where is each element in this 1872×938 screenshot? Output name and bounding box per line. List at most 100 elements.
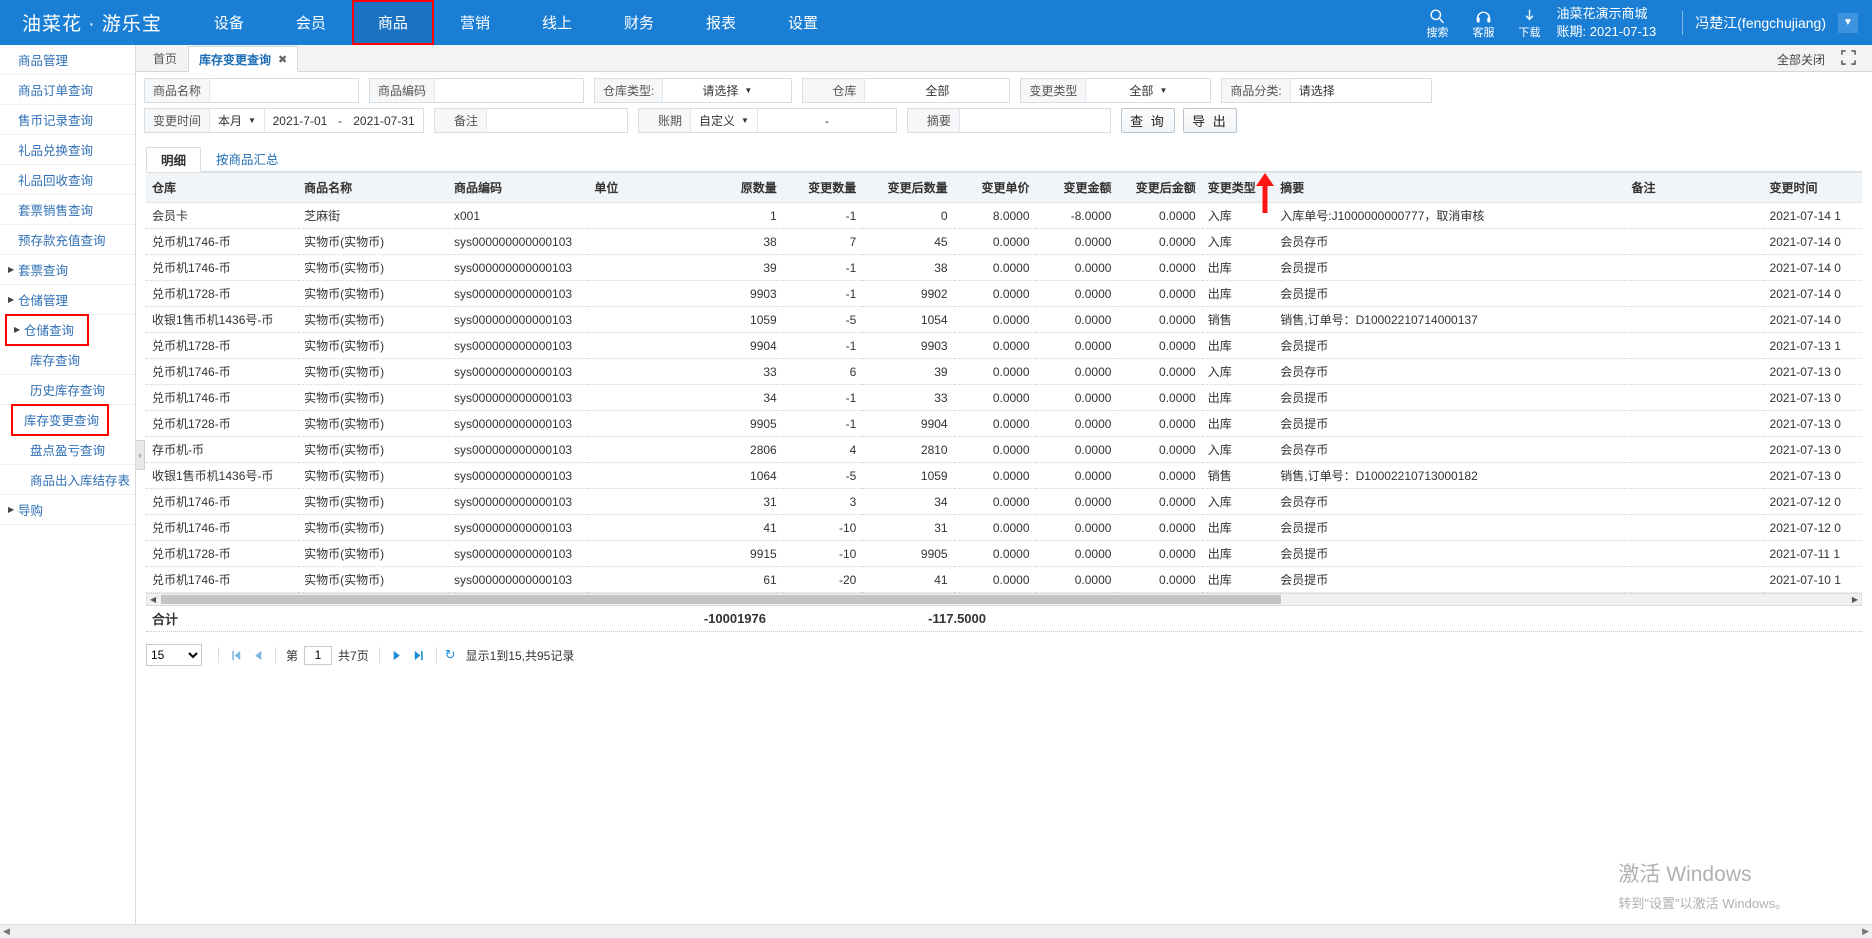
page-horizontal-scrollbar[interactable]: ◀ ▶ xyxy=(0,924,1872,938)
sidebar-item-2[interactable]: 售币记录查询 xyxy=(0,105,135,135)
summary-input[interactable] xyxy=(959,109,1110,132)
remark-input[interactable] xyxy=(486,109,627,132)
sidebar-item-15[interactable]: ▶ 导购 xyxy=(0,495,135,525)
table-row[interactable]: 会员卡 芝麻街 x001 1 -1 0 8.0000 -8.0000 0.0000 入库 入库单号:… xyxy=(146,202,1862,229)
column-header-amount_change[interactable]: 变更金额 xyxy=(1035,172,1118,203)
next-page-button[interactable] xyxy=(386,644,408,666)
warehouse-type-select[interactable]: 请选择 ▼ xyxy=(663,79,792,102)
column-header-summary[interactable]: 摘要 xyxy=(1274,172,1626,203)
close-icon[interactable]: ✖ xyxy=(278,53,287,66)
table-row[interactable]: 存币机-币 实物币(实物币) sys000000000000103 2806 4 2810… xyxy=(146,436,1862,463)
column-header-unit_price[interactable]: 变更单价 xyxy=(953,172,1036,203)
table-row[interactable]: 兑币机1746-币 实物币(实物币) sys000000000000103 41 -10… xyxy=(146,514,1862,541)
cell-amount_change: 0.0000 xyxy=(1035,566,1118,593)
product-category-value[interactable]: 请选择 xyxy=(1290,79,1431,102)
column-header-amount_after[interactable]: 变更后金额 xyxy=(1117,172,1202,203)
nav-item-6[interactable]: 报表 xyxy=(680,0,762,45)
sidebar-item-14[interactable]: 商品出入库结存表 xyxy=(0,465,135,495)
sidebar-item-9[interactable]: ▶ 仓储查询 xyxy=(5,314,89,346)
column-header-change_type[interactable]: 变更类型 xyxy=(1201,172,1275,203)
sidebar-item-13[interactable]: 盘点盈亏查询 xyxy=(0,435,135,465)
table-row[interactable]: 兑币机1746-币 实物币(实物币) sys000000000000103 38 7 45… xyxy=(146,228,1862,255)
column-header-product_code[interactable]: 商品编码 xyxy=(447,172,589,203)
close-all-tabs-button[interactable]: 全部关闭 xyxy=(1777,51,1825,68)
content-tab-1[interactable]: 库存变更查询 ✖ xyxy=(188,46,299,72)
sub-tab-0[interactable]: 明细 xyxy=(146,147,202,172)
table-row[interactable]: 兑币机1746-币 实物币(实物币) sys000000000000103 61 -20… xyxy=(146,566,1862,593)
page-size-select[interactable]: 153050100 xyxy=(146,644,202,666)
nav-item-1[interactable]: 会员 xyxy=(270,0,352,45)
column-header-qty_change[interactable]: 变更数量 xyxy=(782,172,863,203)
table-row[interactable]: 收银1售币机1436号-币 实物币(实物币) sys000000000000103 1… xyxy=(146,462,1862,489)
sidebar-item-11[interactable]: 历史库存查询 xyxy=(0,375,135,405)
nav-item-5[interactable]: 财务 xyxy=(598,0,680,45)
export-button[interactable]: 导 出 xyxy=(1182,108,1237,133)
nav-item-2[interactable]: 商品 xyxy=(351,0,434,45)
sub-tab-1[interactable]: 按商品汇总 xyxy=(201,146,294,171)
time-preset-select[interactable]: 本月 ▼ xyxy=(210,109,265,132)
column-header-qty_before[interactable]: 原数量 xyxy=(679,172,783,203)
sidebar-item-3[interactable]: 礼品兑换查询 xyxy=(0,135,135,165)
table-row[interactable]: 兑币机1746-币 实物币(实物币) sys000000000000103 34 -1 3… xyxy=(146,384,1862,411)
date-start-input[interactable]: 2021-7-01 xyxy=(264,109,335,132)
page-number-input[interactable] xyxy=(304,645,333,665)
table-row[interactable]: 兑币机1746-币 实物币(实物币) sys000000000000103 33 6 39… xyxy=(146,358,1862,385)
nav-item-0[interactable]: 设备 xyxy=(188,0,270,45)
account-period-preset-select[interactable]: 自定义 ▼ xyxy=(690,109,758,132)
first-page-button[interactable] xyxy=(225,644,247,666)
fullscreen-icon[interactable] xyxy=(1841,50,1856,68)
table-row[interactable]: 兑币机1728-币 实物币(实物币) sys000000000000103 9905-… xyxy=(146,410,1862,437)
table-row[interactable]: 收银1售币机1436号-币 实物币(实物币) sys000000000000103 1… xyxy=(146,306,1862,333)
table-row[interactable]: 兑币机1728-币 实物币(实物币) sys000000000000103 9904-… xyxy=(146,332,1862,359)
table-row[interactable]: 兑币机1746-币 实物币(实物币) sys000000000000103 39 -1 3… xyxy=(146,254,1862,281)
user-menu-chevron-down-icon[interactable]: ▼ xyxy=(1838,12,1858,33)
query-button[interactable]: 查 询 xyxy=(1120,108,1175,133)
account-period-range[interactable]: - xyxy=(757,109,896,132)
table-row[interactable]: 兑币机1728-币 实物币(实物币) sys000000000000103 9915-… xyxy=(146,540,1862,567)
nav-item-4[interactable]: 线上 xyxy=(516,0,598,45)
sidebar-item-10[interactable]: 库存查询 xyxy=(0,345,135,375)
nav-item-3[interactable]: 营销 xyxy=(434,0,516,45)
sidebar-item-5[interactable]: 套票销售查询 xyxy=(0,195,135,225)
scroll-right-arrow-icon[interactable]: ▶ xyxy=(1852,595,1858,604)
cell-amount_change: 0.0000 xyxy=(1035,462,1118,489)
scrollbar-thumb[interactable] xyxy=(161,595,1281,604)
sidebar-collapse-handle[interactable]: ‹ xyxy=(136,440,145,470)
sidebar-item-12[interactable]: 库存变更查询 xyxy=(11,404,109,436)
previous-page-button[interactable] xyxy=(247,644,269,666)
sidebar-item-7[interactable]: ▶ 套票查询 xyxy=(0,255,135,285)
sidebar-item-4[interactable]: 礼品回收查询 xyxy=(0,165,135,195)
customer-service-icon[interactable]: 客服 xyxy=(1461,6,1507,40)
nav-item-7[interactable]: 设置 xyxy=(762,0,844,45)
column-header-unit[interactable]: 单位 xyxy=(588,172,680,203)
search-icon[interactable]: 搜索 xyxy=(1415,6,1461,40)
table-row[interactable]: 兑币机1746-币 实物币(实物币) sys000000000000103 31 3 34… xyxy=(146,488,1862,515)
chevron-right-icon: ▶ xyxy=(8,295,15,304)
column-header-product_name[interactable]: 商品名称 xyxy=(298,172,448,203)
sidebar-item-1[interactable]: 商品订单查询 xyxy=(0,75,135,105)
product-name-input[interactable] xyxy=(210,79,359,102)
download-icon[interactable]: 下载 xyxy=(1507,6,1553,40)
content-tab-0[interactable]: 首页 xyxy=(142,45,188,71)
column-header-qty_after[interactable]: 变更后数量 xyxy=(862,172,954,203)
table-row[interactable]: 兑币机1728-币 实物币(实物币) sys000000000000103 9903-… xyxy=(146,280,1862,307)
sidebar-item-6[interactable]: 预存款充值查询 xyxy=(0,225,135,255)
current-user-name[interactable]: 冯楚江(fengchujiang) xyxy=(1695,13,1826,33)
cell-unit xyxy=(588,462,680,489)
column-header-warehouse[interactable]: 仓库 xyxy=(146,172,299,203)
sidebar-item-8[interactable]: ▶ 仓储管理 xyxy=(0,285,135,315)
scroll-left-arrow-icon[interactable]: ◀ xyxy=(150,595,156,604)
sidebar-item-0[interactable]: 商品管理 xyxy=(0,45,135,75)
column-header-change_time[interactable]: 变更时间 xyxy=(1763,172,1862,203)
column-header-remark[interactable]: 备注 xyxy=(1625,172,1764,203)
date-end-input[interactable]: 2021-07-31 xyxy=(344,109,423,132)
last-page-button[interactable] xyxy=(408,644,430,666)
product-code-input[interactable] xyxy=(435,79,584,102)
page-scroll-left-icon[interactable]: ◀ xyxy=(3,926,10,937)
table-horizontal-scrollbar[interactable]: ◀ ▶ xyxy=(146,593,1862,606)
refresh-icon[interactable]: ↻ xyxy=(445,647,456,663)
page-scroll-right-icon[interactable]: ▶ xyxy=(1862,926,1869,937)
product-code-label: 商品编码 xyxy=(370,79,436,102)
change-type-select[interactable]: 全部 ▼ xyxy=(1086,79,1211,102)
warehouse-value[interactable]: 全部 xyxy=(865,79,1010,102)
